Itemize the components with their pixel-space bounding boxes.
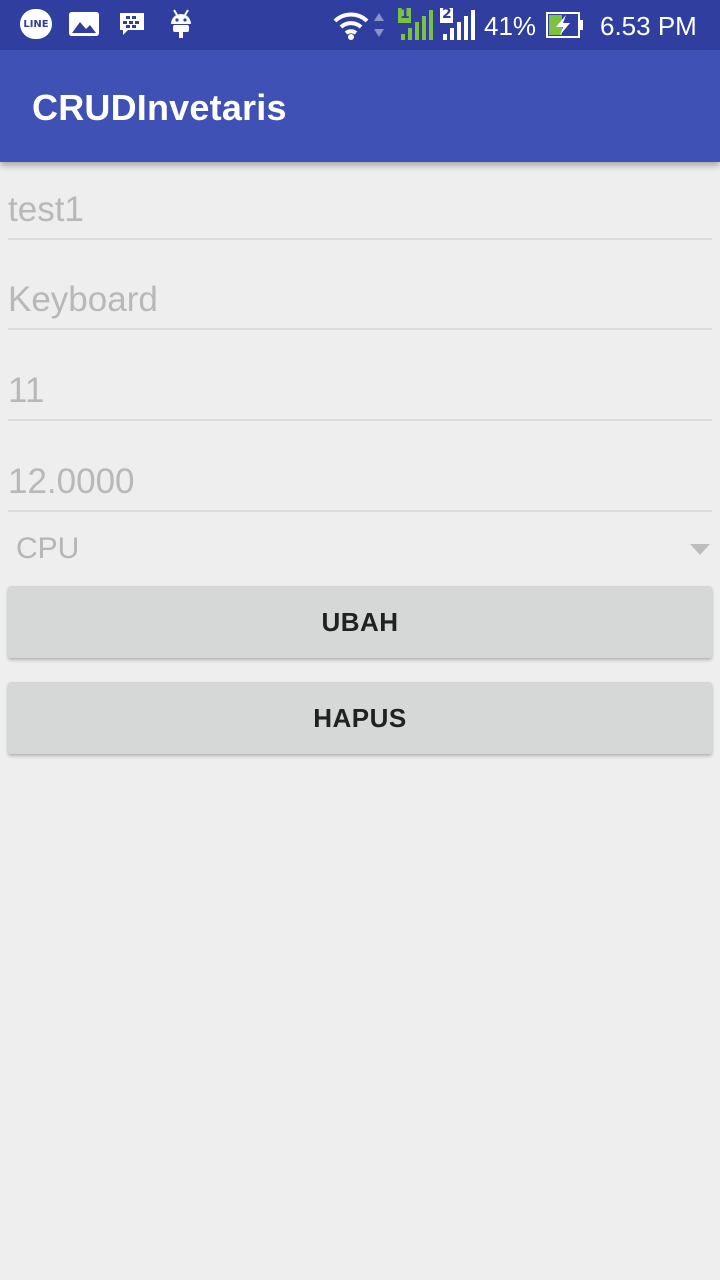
update-button[interactable]: UBAH [8,586,712,658]
item-field-value: Keyboard [8,280,158,319]
item-field[interactable]: Keyboard [8,258,712,330]
app-title: CRUDInvetaris [32,87,287,128]
line-icon-label: LINE [23,18,49,30]
app-bar: CRUDInvetaris [0,50,720,162]
signal-sim1-icon: 1 [396,6,434,40]
signal-sim1-label: 1 [400,6,410,22]
signal-sim2-icon: 2 [438,6,476,40]
bbm-icon [118,11,146,37]
battery-percent: 41% [484,11,537,41]
category-spinner-value: CPU [16,532,80,565]
wifi-icon [332,9,370,41]
status-bar: LINE 1 2 41% 6.53 PM [0,0,720,50]
dropdown-arrow-icon [690,544,710,555]
line-icon: LINE [20,9,52,39]
clock: 6.53 PM [600,11,697,41]
data-arrows-icon [372,11,386,39]
delete-button[interactable]: HAPUS [8,682,712,754]
category-spinner[interactable]: CPU [8,518,712,580]
signal-sim2-label: 2 [442,6,452,22]
quantity-field[interactable]: 11 [8,349,712,421]
android-icon [169,8,193,38]
battery-charging-icon [546,11,584,39]
gallery-icon [69,12,99,36]
price-field[interactable]: 12.0000 [8,440,712,512]
price-field-value: 12.0000 [8,462,135,501]
name-field[interactable]: test1 [8,168,712,240]
quantity-field-value: 11 [8,371,45,410]
name-field-value: test1 [8,190,84,229]
